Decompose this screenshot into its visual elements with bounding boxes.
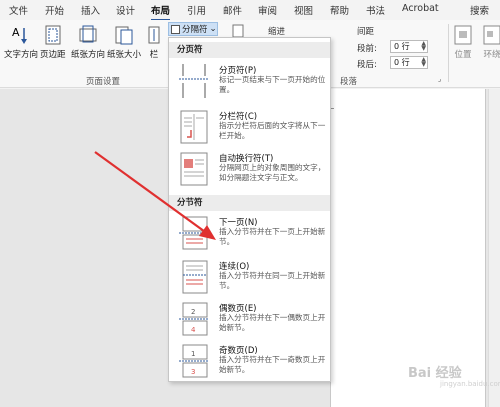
annotation-arrow-icon xyxy=(94,151,216,240)
watermark-logo: Bai 经验 xyxy=(408,366,462,381)
watermark-url: jingyan.baidu.com xyxy=(440,380,500,388)
